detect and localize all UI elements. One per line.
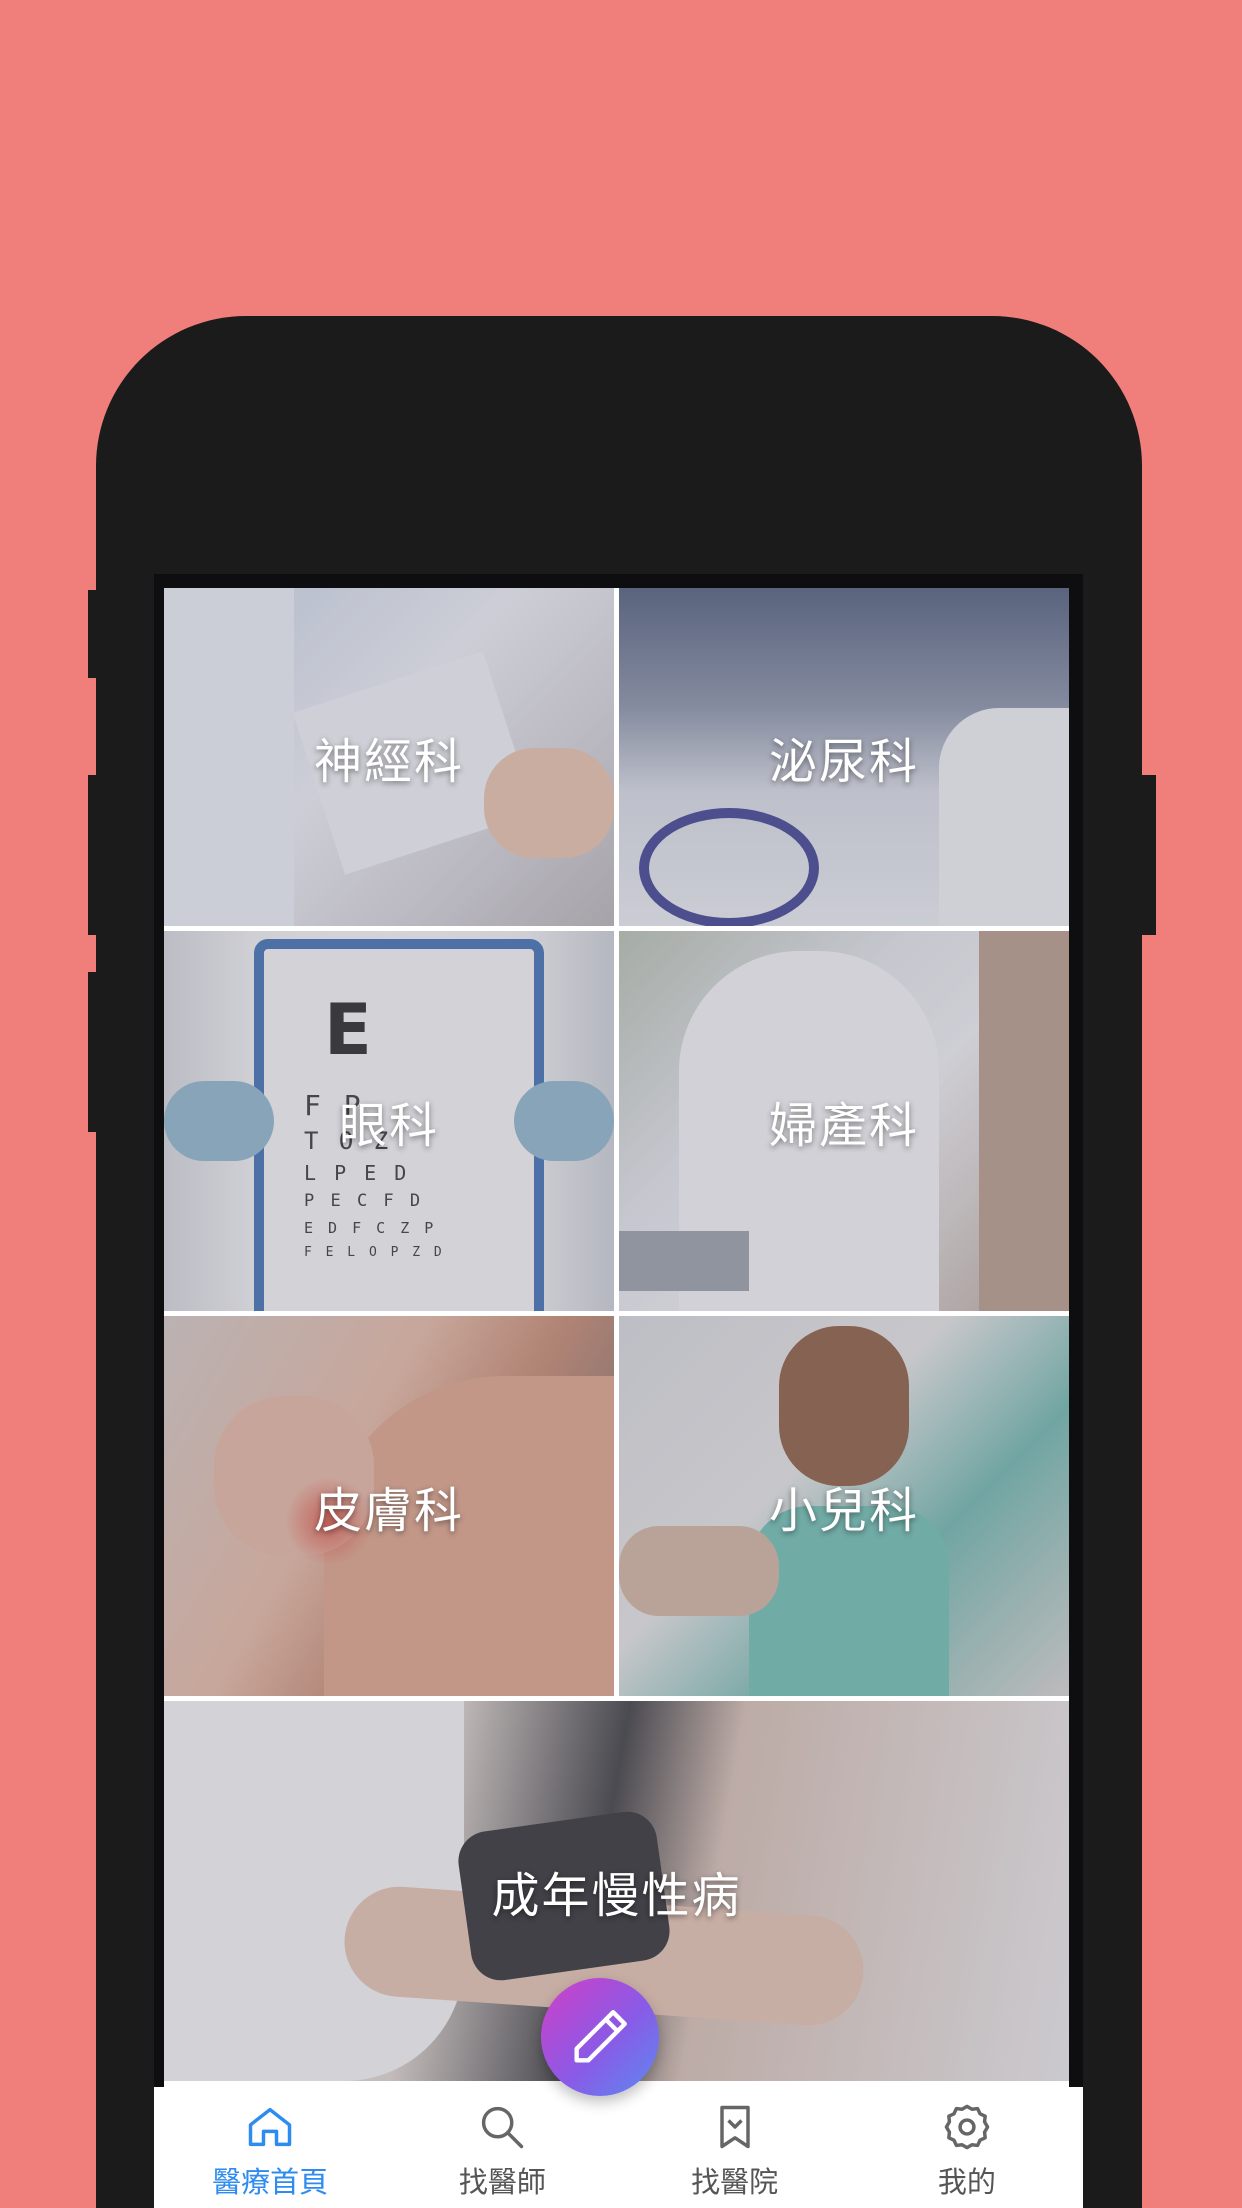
category-label-chronic-disease: 成年慢性病 bbox=[491, 1868, 742, 1924]
tab-my-profile[interactable]: 我的 bbox=[851, 2087, 1083, 2208]
phone-volume-up bbox=[88, 775, 102, 935]
home-icon bbox=[248, 2107, 292, 2147]
category-tile-dermatology[interactable]: 皮膚科 bbox=[164, 1316, 614, 1696]
search-icon bbox=[482, 2106, 524, 2149]
phone-screen: 神經科 泌尿科 E F P T O Z L P E D P E C F D E … bbox=[154, 574, 1083, 2208]
category-tile-urology[interactable]: 泌尿科 bbox=[619, 588, 1069, 926]
category-tile-obgyn[interactable]: 婦產科 bbox=[619, 931, 1069, 1311]
category-label-obgyn: 婦產科 bbox=[768, 1098, 919, 1154]
tab-medical-home[interactable]: 醫療首頁 bbox=[154, 2087, 386, 2208]
category-tile-ophthalmology[interactable]: E F P T O Z L P E D P E C F D E D F C Z … bbox=[164, 931, 614, 1311]
phone-mute-switch bbox=[88, 590, 102, 678]
category-label-ophthalmology: 眼科 bbox=[338, 1098, 439, 1154]
bookmark-icon bbox=[719, 2105, 750, 2149]
phone-power-button bbox=[1142, 775, 1156, 935]
category-label-neurology: 神經科 bbox=[313, 734, 464, 790]
tab-label: 我的 bbox=[937, 2165, 996, 2199]
category-label-dermatology: 皮膚科 bbox=[313, 1483, 464, 1539]
bottom-tab-bar: 醫療首頁 找醫師 找醫院 我的 bbox=[154, 2087, 1083, 2208]
category-label-urology: 泌尿科 bbox=[768, 734, 919, 790]
category-tile-pediatrics[interactable]: 小兒科 bbox=[619, 1316, 1069, 1696]
compose-fab-button[interactable] bbox=[541, 1978, 659, 2096]
category-grid: 神經科 泌尿科 E F P T O Z L P E D P E C F D E … bbox=[164, 588, 1069, 2208]
tab-find-hospital[interactable]: 找醫院 bbox=[619, 2087, 851, 2208]
phone-volume-down bbox=[88, 972, 102, 1132]
tab-find-doctor[interactable]: 找醫師 bbox=[386, 2087, 618, 2208]
pencil-icon bbox=[574, 2010, 627, 2063]
tab-label: 找醫院 bbox=[691, 2165, 779, 2199]
tab-label: 找醫師 bbox=[458, 2165, 546, 2199]
tab-label: 醫療首頁 bbox=[212, 2165, 329, 2199]
category-label-pediatrics: 小兒科 bbox=[768, 1483, 919, 1539]
gear-icon bbox=[944, 2104, 990, 2150]
category-tile-neurology[interactable]: 神經科 bbox=[164, 588, 614, 926]
